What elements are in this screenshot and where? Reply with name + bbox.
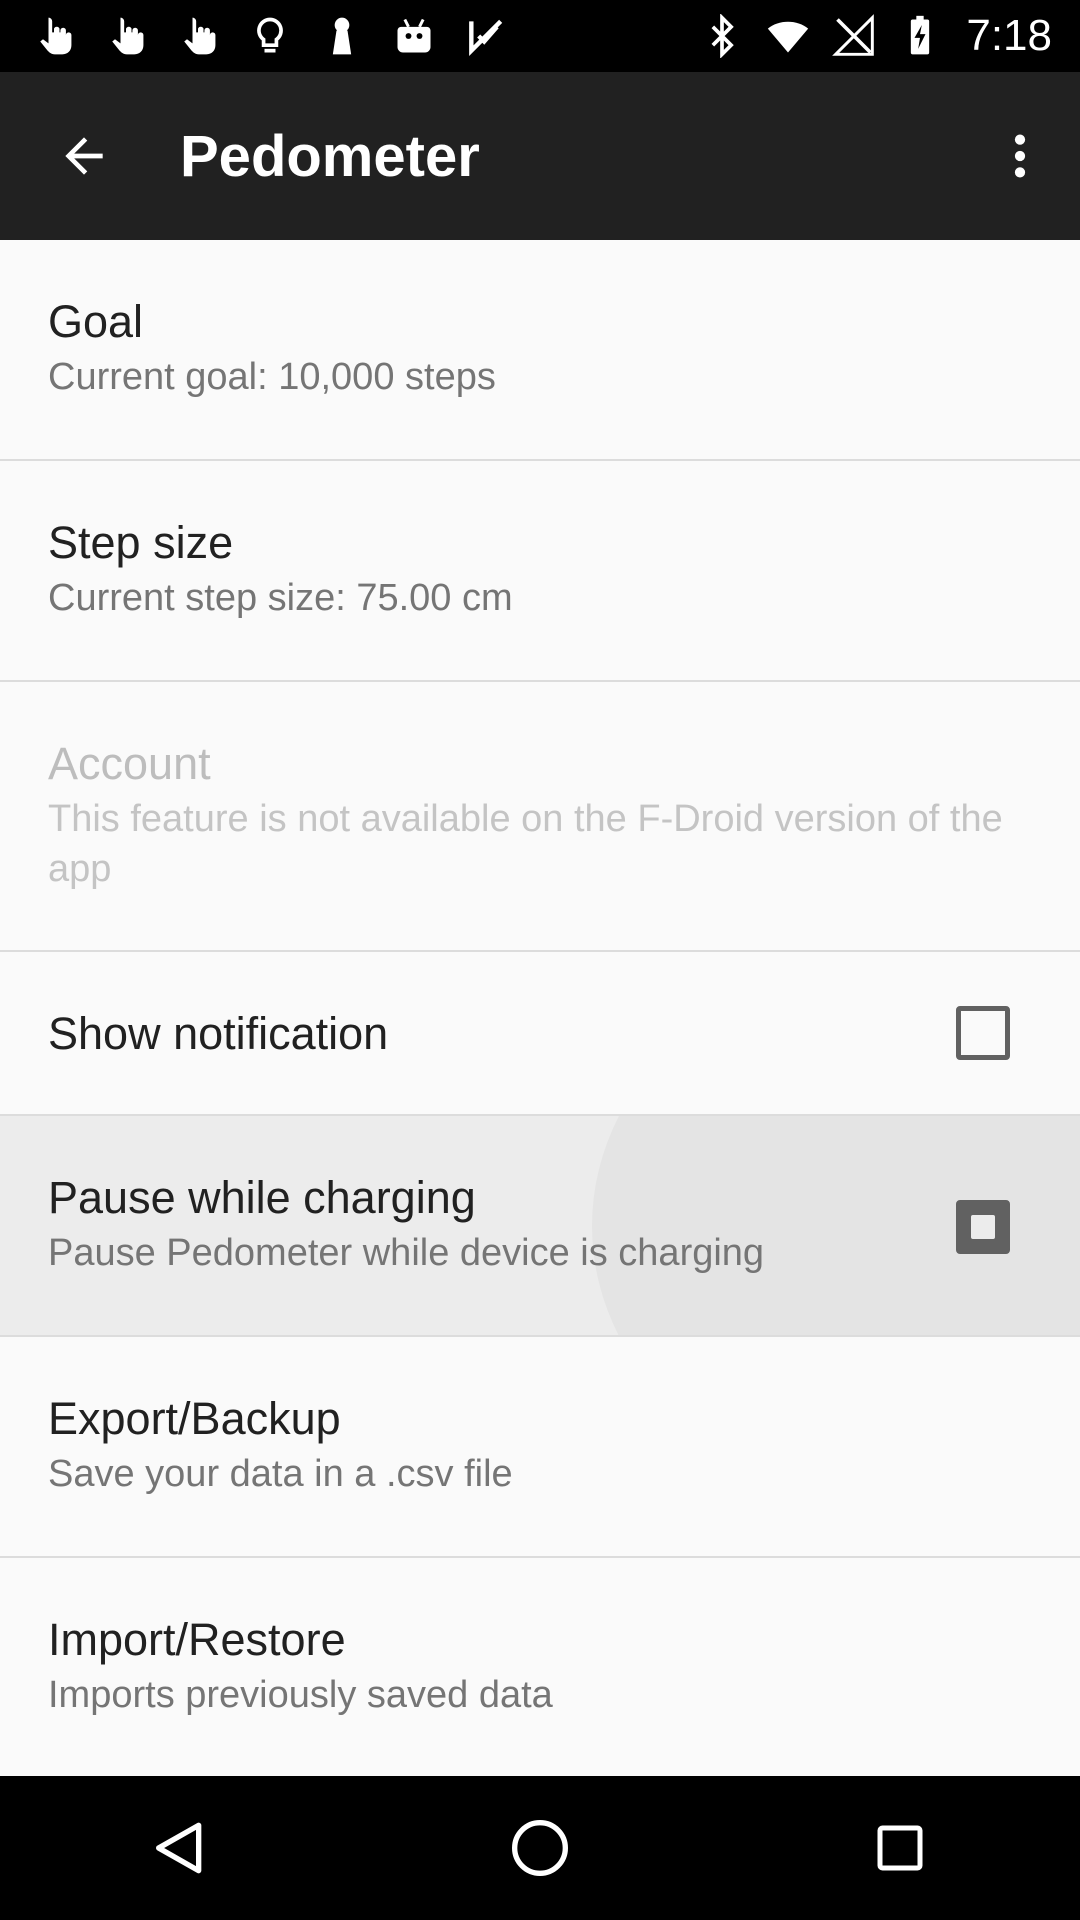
hand-touch-icon — [30, 12, 78, 60]
pref-import-restore[interactable]: Import/Restore Imports previously saved … — [0, 1558, 1080, 1776]
no-signal-icon — [830, 12, 878, 60]
notification-icons — [0, 12, 534, 60]
pref-pause-while-charging[interactable]: Pause while charging Pause Pedometer whi… — [0, 1116, 1080, 1337]
pause-while-charging-checkbox[interactable] — [956, 1200, 1010, 1254]
more-vertical-icon — [1014, 134, 1026, 178]
page-title: Pedometer — [180, 123, 480, 189]
pref-summary: Pause Pedometer while device is charging — [48, 1232, 765, 1274]
overflow-menu-button[interactable] — [972, 96, 1068, 216]
lightbulb-icon — [246, 12, 294, 60]
android-robot-icon — [390, 12, 438, 60]
nav-home-button[interactable] — [460, 1776, 620, 1920]
wifi-icon — [764, 12, 812, 60]
recents-square-icon — [877, 1825, 923, 1871]
pref-show-notification[interactable]: Show notification — [0, 952, 1080, 1116]
keyhole-icon — [318, 12, 366, 60]
pref-title: Goal — [48, 296, 144, 347]
pref-summary: Imports previously saved data — [48, 1674, 553, 1716]
back-triangle-icon — [156, 1822, 202, 1874]
clock: 7:18 — [966, 11, 1052, 60]
nav-back-button[interactable] — [100, 1776, 260, 1920]
bluetooth-icon — [698, 12, 746, 60]
pref-title: Import/Restore — [48, 1614, 346, 1665]
pref-title: Step size — [48, 517, 234, 568]
pref-title: Pause while charging — [48, 1172, 476, 1223]
pref-title: Account — [48, 738, 211, 789]
pref-step-size[interactable]: Step size Current step size: 75.00 cm — [0, 461, 1080, 682]
navigation-bar — [0, 1776, 1080, 1920]
hand-touch-icon — [102, 12, 150, 60]
settings-list: Goal Current goal: 10,000 steps Step siz… — [0, 240, 1080, 1776]
hand-touch-icon — [174, 12, 222, 60]
pref-summary: Current step size: 75.00 cm — [48, 577, 513, 619]
back-button[interactable] — [24, 96, 144, 216]
pref-goal[interactable]: Goal Current goal: 10,000 steps — [0, 240, 1080, 461]
battery-charging-icon — [896, 12, 944, 60]
show-notification-checkbox[interactable] — [956, 1006, 1010, 1060]
check-flag-icon — [462, 12, 510, 60]
pref-export-backup[interactable]: Export/Backup Save your data in a .csv f… — [0, 1337, 1080, 1558]
pref-title: Show notification — [48, 1008, 389, 1059]
pref-summary: Current goal: 10,000 steps — [48, 356, 496, 398]
app-bar: Pedometer — [0, 72, 1080, 240]
home-circle-icon — [512, 1820, 568, 1876]
arrow-back-icon — [65, 137, 103, 175]
system-icons: 7:18 — [698, 11, 1080, 61]
status-bar: 7:18 — [0, 0, 1080, 72]
pref-title: Export/Backup — [48, 1393, 341, 1444]
pref-summary: Save your data in a .csv file — [48, 1453, 513, 1495]
pref-account: Account This feature is not available on… — [0, 682, 1080, 952]
pref-summary: This feature is not available on the F-D… — [48, 798, 1003, 890]
nav-recents-button[interactable] — [820, 1776, 980, 1920]
